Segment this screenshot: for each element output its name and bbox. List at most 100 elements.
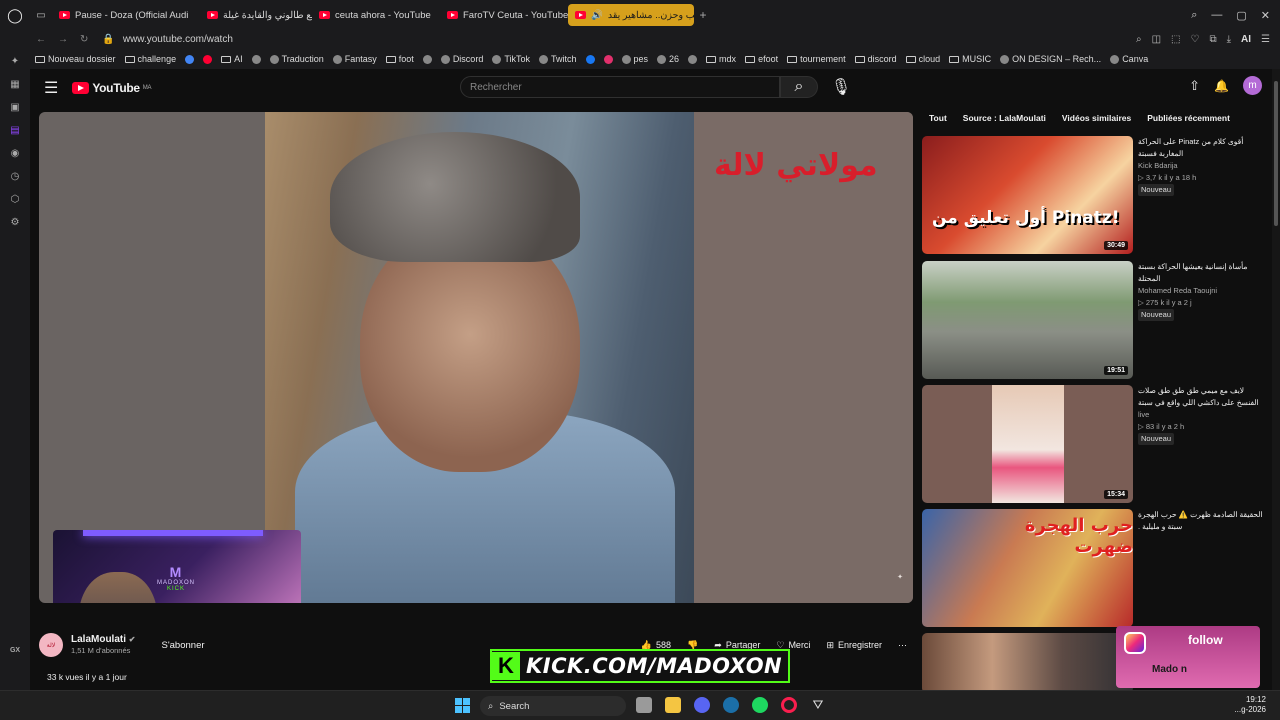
subscribe-button[interactable]: S'abonner bbox=[162, 640, 205, 651]
bookmark-item[interactable] bbox=[422, 54, 432, 64]
bookmark-item[interactable]: tournement bbox=[787, 54, 846, 64]
reload-icon[interactable]: ↻ bbox=[80, 34, 88, 45]
filter-chip[interactable]: Source : LalaMoulati bbox=[963, 113, 1046, 123]
file-explorer-icon[interactable] bbox=[665, 697, 681, 713]
bookmark-item[interactable]: Fantasy bbox=[332, 54, 377, 64]
tab[interactable]: لايف مع طالوني والقايدة غيلة bbox=[200, 4, 312, 26]
new-tab-button[interactable]: + bbox=[694, 8, 712, 22]
recommendation-item[interactable]: أول تعليق من Pinatz! 30:49 أقوى كلام من … bbox=[922, 136, 1272, 254]
app-icon[interactable]: ⛛ bbox=[810, 697, 826, 713]
bookmark-item[interactable]: mdx bbox=[706, 54, 736, 64]
bookmark-item[interactable] bbox=[203, 54, 213, 64]
gx-label[interactable]: GX bbox=[8, 643, 22, 657]
video-thumbnail[interactable]: 19:51 bbox=[922, 261, 1133, 379]
bookmark-item[interactable]: efoot bbox=[745, 54, 778, 64]
video-player[interactable]: مولاتي لالة ✦ M MADOXON KICK bbox=[39, 112, 913, 603]
close-icon[interactable]: ✕ bbox=[1261, 9, 1270, 22]
bookmark-item[interactable]: challenge bbox=[124, 54, 176, 64]
save-button[interactable]: ⊞ Enregistrer bbox=[826, 640, 882, 651]
bookmark-item[interactable] bbox=[585, 54, 595, 64]
bookmark-item[interactable]: Traduction bbox=[269, 54, 324, 64]
bookmark-item[interactable] bbox=[251, 54, 261, 64]
notifications-icon[interactable]: 🔔 bbox=[1214, 79, 1229, 93]
account-avatar[interactable]: m bbox=[1243, 76, 1262, 95]
channel-name[interactable]: live bbox=[1138, 409, 1264, 421]
bookmark-item[interactable]: TikTok bbox=[492, 54, 530, 64]
bookmark-item[interactable]: cloud bbox=[905, 54, 940, 64]
bookmark-item[interactable]: foot bbox=[385, 54, 414, 64]
gx-corner-icon[interactable]: ▦ bbox=[8, 77, 22, 91]
discord-icon[interactable] bbox=[694, 697, 710, 713]
recommendation-item[interactable]: 19:51 مأساة إنسانية يعيشها الحراكة بسبتة… bbox=[922, 261, 1272, 379]
tab[interactable]: ceuta ahora - YouTube bbox=[312, 4, 440, 26]
zoom-icon[interactable]: ⌕ bbox=[1136, 34, 1142, 45]
video-title[interactable]: لايف مع ميمي طق طق طق صلات الفنسخ على دا… bbox=[1138, 385, 1264, 409]
video-title[interactable]: مأساة إنسانية يعيشها الحراكة بسبتة المحت… bbox=[1138, 261, 1264, 285]
bookmark-item[interactable]: Nouveau dossier bbox=[35, 54, 116, 64]
filter-chip[interactable]: Vidéos similaires bbox=[1062, 113, 1131, 123]
taskbar-clock[interactable]: 19:12 ...g-2026 bbox=[1234, 695, 1266, 715]
youtube-logo[interactable]: YouTube MA bbox=[72, 81, 152, 95]
bookmark-item[interactable] bbox=[185, 54, 195, 64]
bookmark-item[interactable]: discord bbox=[854, 54, 897, 64]
back-icon[interactable]: ← bbox=[36, 34, 46, 45]
filter-chip[interactable]: Tout bbox=[929, 113, 947, 123]
snapshot-icon[interactable]: ◫ bbox=[1152, 34, 1161, 45]
video-description-summary[interactable]: 33 k vues il y a 1 jour bbox=[47, 672, 127, 682]
windows-start-icon[interactable] bbox=[455, 698, 470, 713]
recommendation-item[interactable]: حرب الهجرة ضهرت الحقيقة الصادمة ظهرت ⚠️ … bbox=[922, 509, 1272, 627]
spotify-icon[interactable] bbox=[752, 697, 768, 713]
puzzle-icon[interactable]: ⧉ bbox=[1209, 34, 1216, 45]
bookmark-item[interactable]: 26 bbox=[657, 54, 679, 64]
heart-icon[interactable]: ♡ bbox=[1191, 34, 1200, 45]
video-title[interactable]: أقوى كلام من Pinatz على الحراكة المغاربة… bbox=[1138, 136, 1264, 160]
menu-icon[interactable]: ☰ bbox=[1261, 34, 1270, 45]
speaker-icon[interactable]: 🔊 bbox=[591, 10, 603, 21]
tab[interactable]: FaroTV Ceuta - YouTube bbox=[440, 4, 568, 26]
ai-button[interactable]: AI bbox=[1241, 34, 1251, 45]
mic-button[interactable]: 🎙 bbox=[830, 76, 852, 98]
aria-icon[interactable]: ✦ bbox=[8, 54, 22, 68]
video-thumbnail[interactable]: 15:34 bbox=[922, 385, 1133, 503]
url-field[interactable]: www.youtube.com/watch bbox=[123, 34, 233, 45]
search-input[interactable]: Rechercher bbox=[460, 76, 780, 98]
bookmark-item[interactable] bbox=[603, 54, 613, 64]
maximize-icon[interactable]: ▢ bbox=[1236, 9, 1246, 22]
tab-menu-icon[interactable]: ▭ bbox=[30, 10, 52, 21]
bookmark-item[interactable]: AI bbox=[221, 54, 243, 64]
recommendation-item[interactable]: 15:34 لايف مع ميمي طق طق طق صلات الفنسخ … bbox=[922, 385, 1272, 503]
task-view-icon[interactable] bbox=[636, 697, 652, 713]
bookmark-item[interactable]: Twitch bbox=[539, 54, 577, 64]
extensions-icon[interactable]: ⬡ bbox=[8, 192, 22, 206]
tab-active[interactable]: 🔊 غضب وحزن.. مشاهير يقد bbox=[568, 4, 694, 26]
search-tabs-icon[interactable]: ⌕ bbox=[1191, 9, 1197, 22]
video-thumbnail[interactable]: أول تعليق من Pinatz! 30:49 bbox=[922, 136, 1133, 254]
bookmark-item[interactable]: pes bbox=[621, 54, 648, 64]
minimize-icon[interactable]: — bbox=[1211, 9, 1222, 22]
channel-name[interactable]: LalaMoulati bbox=[71, 634, 126, 645]
video-thumbnail[interactable] bbox=[922, 633, 1133, 690]
video-title[interactable]: الحقيقة الصادمة ظهرت ⚠️ حرب الهجرة سبتة … bbox=[1138, 509, 1264, 533]
opera-gx-icon[interactable] bbox=[781, 697, 797, 713]
channel-name[interactable]: Kick Bdarija bbox=[1138, 160, 1264, 172]
more-actions-button[interactable]: ⋯ bbox=[898, 640, 907, 651]
settings-icon[interactable]: ⚙ bbox=[8, 215, 22, 229]
video-thumbnail[interactable]: حرب الهجرة ضهرت bbox=[922, 509, 1133, 627]
taskbar-search[interactable]: ⌕ Search bbox=[480, 696, 626, 716]
player-icon[interactable]: ◉ bbox=[8, 146, 22, 160]
hamburger-icon[interactable]: ☰ bbox=[44, 78, 58, 98]
forward-icon[interactable]: → bbox=[58, 34, 68, 45]
opera-logo-icon[interactable]: ◯ bbox=[0, 0, 30, 30]
bookmark-item[interactable]: Discord bbox=[440, 54, 483, 64]
search-button[interactable]: ⌕ bbox=[780, 76, 818, 98]
extensions-icon[interactable]: ⬚ bbox=[1171, 34, 1180, 45]
upload-icon[interactable]: ⇧ bbox=[1189, 78, 1200, 94]
twitch-icon[interactable]: ▤ bbox=[8, 123, 22, 137]
page-scrollbar[interactable] bbox=[1272, 69, 1280, 690]
bookmark-item[interactable] bbox=[688, 54, 698, 64]
tab[interactable]: Pause - Doza (Official Audi bbox=[52, 4, 200, 26]
channel-avatar[interactable]: لالة bbox=[39, 633, 63, 657]
scrollbar-thumb[interactable] bbox=[1274, 81, 1278, 226]
filter-chip[interactable]: Publiées récemment bbox=[1147, 113, 1230, 123]
bookmark-item[interactable]: MUSIC bbox=[949, 54, 991, 64]
